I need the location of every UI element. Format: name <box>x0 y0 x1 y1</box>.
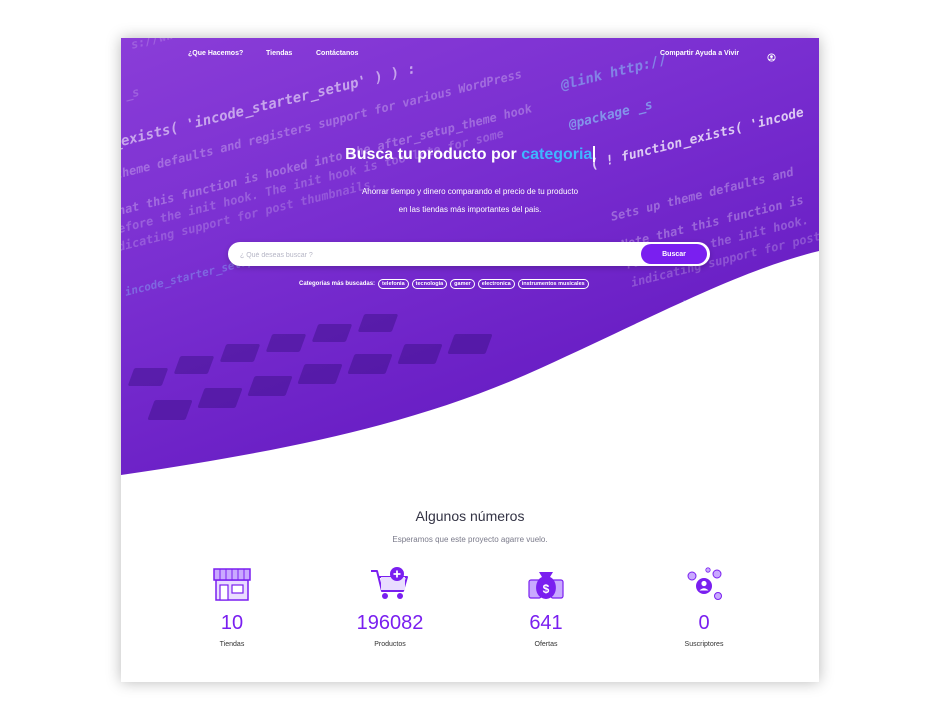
search-bar: Buscar <box>228 242 710 266</box>
stat-value: 0 <box>698 612 710 634</box>
hero-title-highlight: categoria <box>521 146 593 163</box>
search-input[interactable] <box>238 246 622 264</box>
category-tag-instrumentos-musicales[interactable]: instrumentos musicales <box>517 279 589 289</box>
store-icon <box>213 568 251 601</box>
stat-label: Tiendas <box>219 641 245 648</box>
categories-label: Categorías más buscadas: <box>299 281 376 287</box>
subscribers-icon <box>687 567 722 600</box>
numbers-title: Algunos números <box>415 508 525 524</box>
category-tag-tecnologia[interactable]: tecnologia <box>411 279 448 289</box>
stat-productos: 196082 Productos <box>330 566 450 648</box>
text-caret <box>593 146 595 162</box>
svg-text:$: $ <box>543 582 550 596</box>
category-tag-gamer[interactable]: gamer <box>450 279 475 289</box>
stat-label: Productos <box>374 641 406 648</box>
stat-label: Suscriptores <box>684 641 724 648</box>
stat-value: 641 <box>529 612 563 634</box>
hero-subtitle-line1: Ahorrar tiempo y dinero comparando el pr… <box>361 187 579 196</box>
category-tag-telefonia[interactable]: telefonia <box>378 279 409 289</box>
hero-subtitle-line2: en las tiendas más importantes del pais. <box>398 205 542 214</box>
category-tag-electronica[interactable]: electronica <box>477 279 515 289</box>
stat-tiendas: 10 Tiendas <box>172 566 292 648</box>
stat-label: Ofertas <box>534 641 558 648</box>
popular-categories: Categorías más buscadas: telefonia tecno… <box>299 278 589 290</box>
stat-value: 196082 <box>356 612 424 634</box>
search-button[interactable]: Buscar <box>641 244 707 264</box>
page: s://ww _s _exists( 'incode_starter_setup… <box>121 38 819 682</box>
hero-title: Busca tu producto por categoria <box>121 146 819 164</box>
stat-ofertas: $ 641 Ofertas <box>486 566 606 648</box>
numbers-subtitle: Esperamos que este proyecto agarre vuelo… <box>392 535 548 544</box>
stat-suscriptores: 0 Suscriptores <box>644 566 764 648</box>
stat-value: 10 <box>220 612 244 634</box>
money-bag-icon: $ <box>528 572 564 599</box>
hero-title-text: Busca tu producto por <box>345 146 517 163</box>
shopping-cart-icon <box>371 567 408 599</box>
